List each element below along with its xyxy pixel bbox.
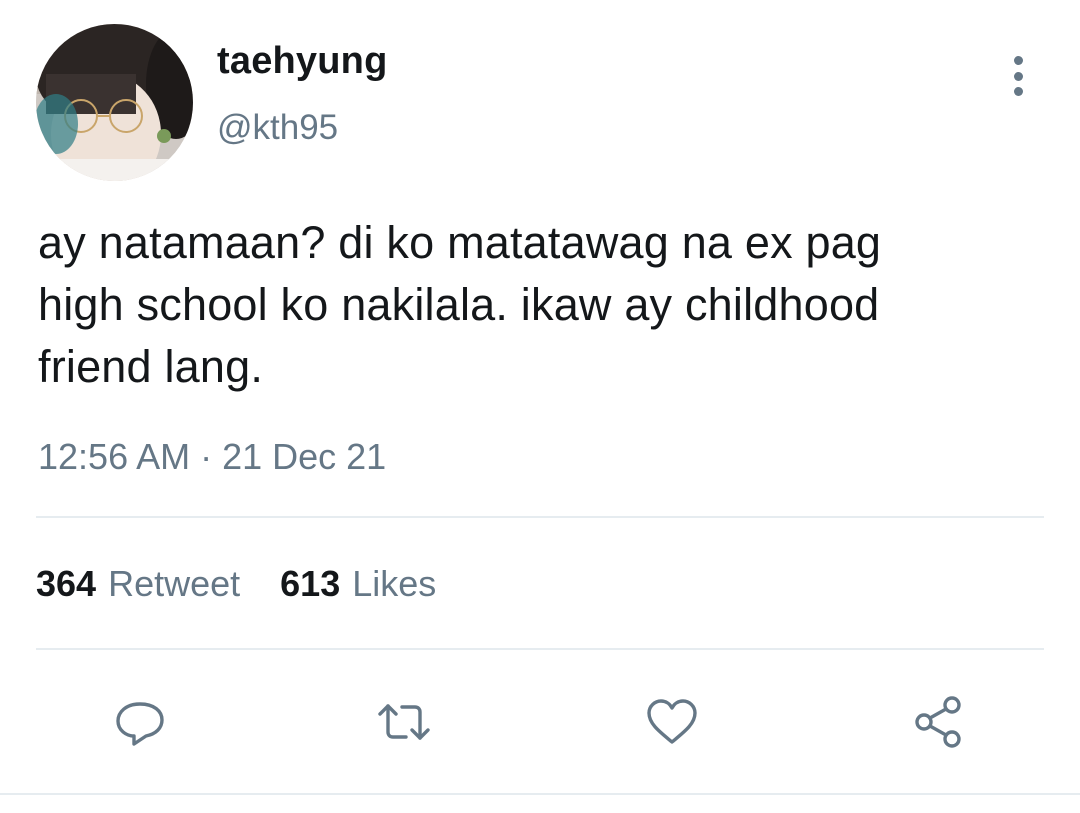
retweet-button[interactable]	[372, 690, 436, 754]
tweet-stats: 364 Retweet 613 Likes	[36, 563, 476, 605]
avatar-photo-icon	[36, 24, 193, 181]
likes-count: 613	[280, 563, 341, 604]
tweet-actions	[0, 690, 1080, 750]
tweet-detail: taehyung @kth95 ay natamaan? di ko matat…	[0, 0, 1080, 813]
divider	[36, 648, 1044, 650]
avatar[interactable]	[36, 24, 193, 181]
more-options-button[interactable]	[1000, 50, 1036, 102]
like-button[interactable]	[640, 690, 704, 754]
speech-bubble-icon	[116, 702, 164, 746]
retweets-label: Retweet	[108, 563, 241, 604]
share-button[interactable]	[906, 690, 970, 754]
reply-button[interactable]	[108, 690, 172, 754]
likes-label: Likes	[352, 563, 437, 604]
tweet-text: ay natamaan? di ko matatawag na ex pag h…	[38, 217, 882, 392]
divider	[0, 793, 1080, 795]
likes-stat[interactable]: 613 Likes	[280, 563, 436, 605]
divider	[36, 516, 1044, 518]
more-dot-icon	[1013, 71, 1023, 81]
retweet-icon	[378, 704, 430, 740]
share-icon	[915, 696, 961, 748]
more-dot-icon	[1013, 87, 1023, 96]
heart-icon	[647, 699, 697, 744]
display-name[interactable]: taehyung	[217, 40, 388, 83]
user-handle[interactable]: @kth95	[217, 108, 338, 148]
tweet-timestamp[interactable]: 12:56 AM · 21 Dec 21	[38, 436, 386, 478]
retweets-stat[interactable]: 364 Retweet	[36, 563, 240, 605]
more-dot-icon	[1013, 56, 1023, 65]
retweets-count: 364	[36, 563, 97, 604]
